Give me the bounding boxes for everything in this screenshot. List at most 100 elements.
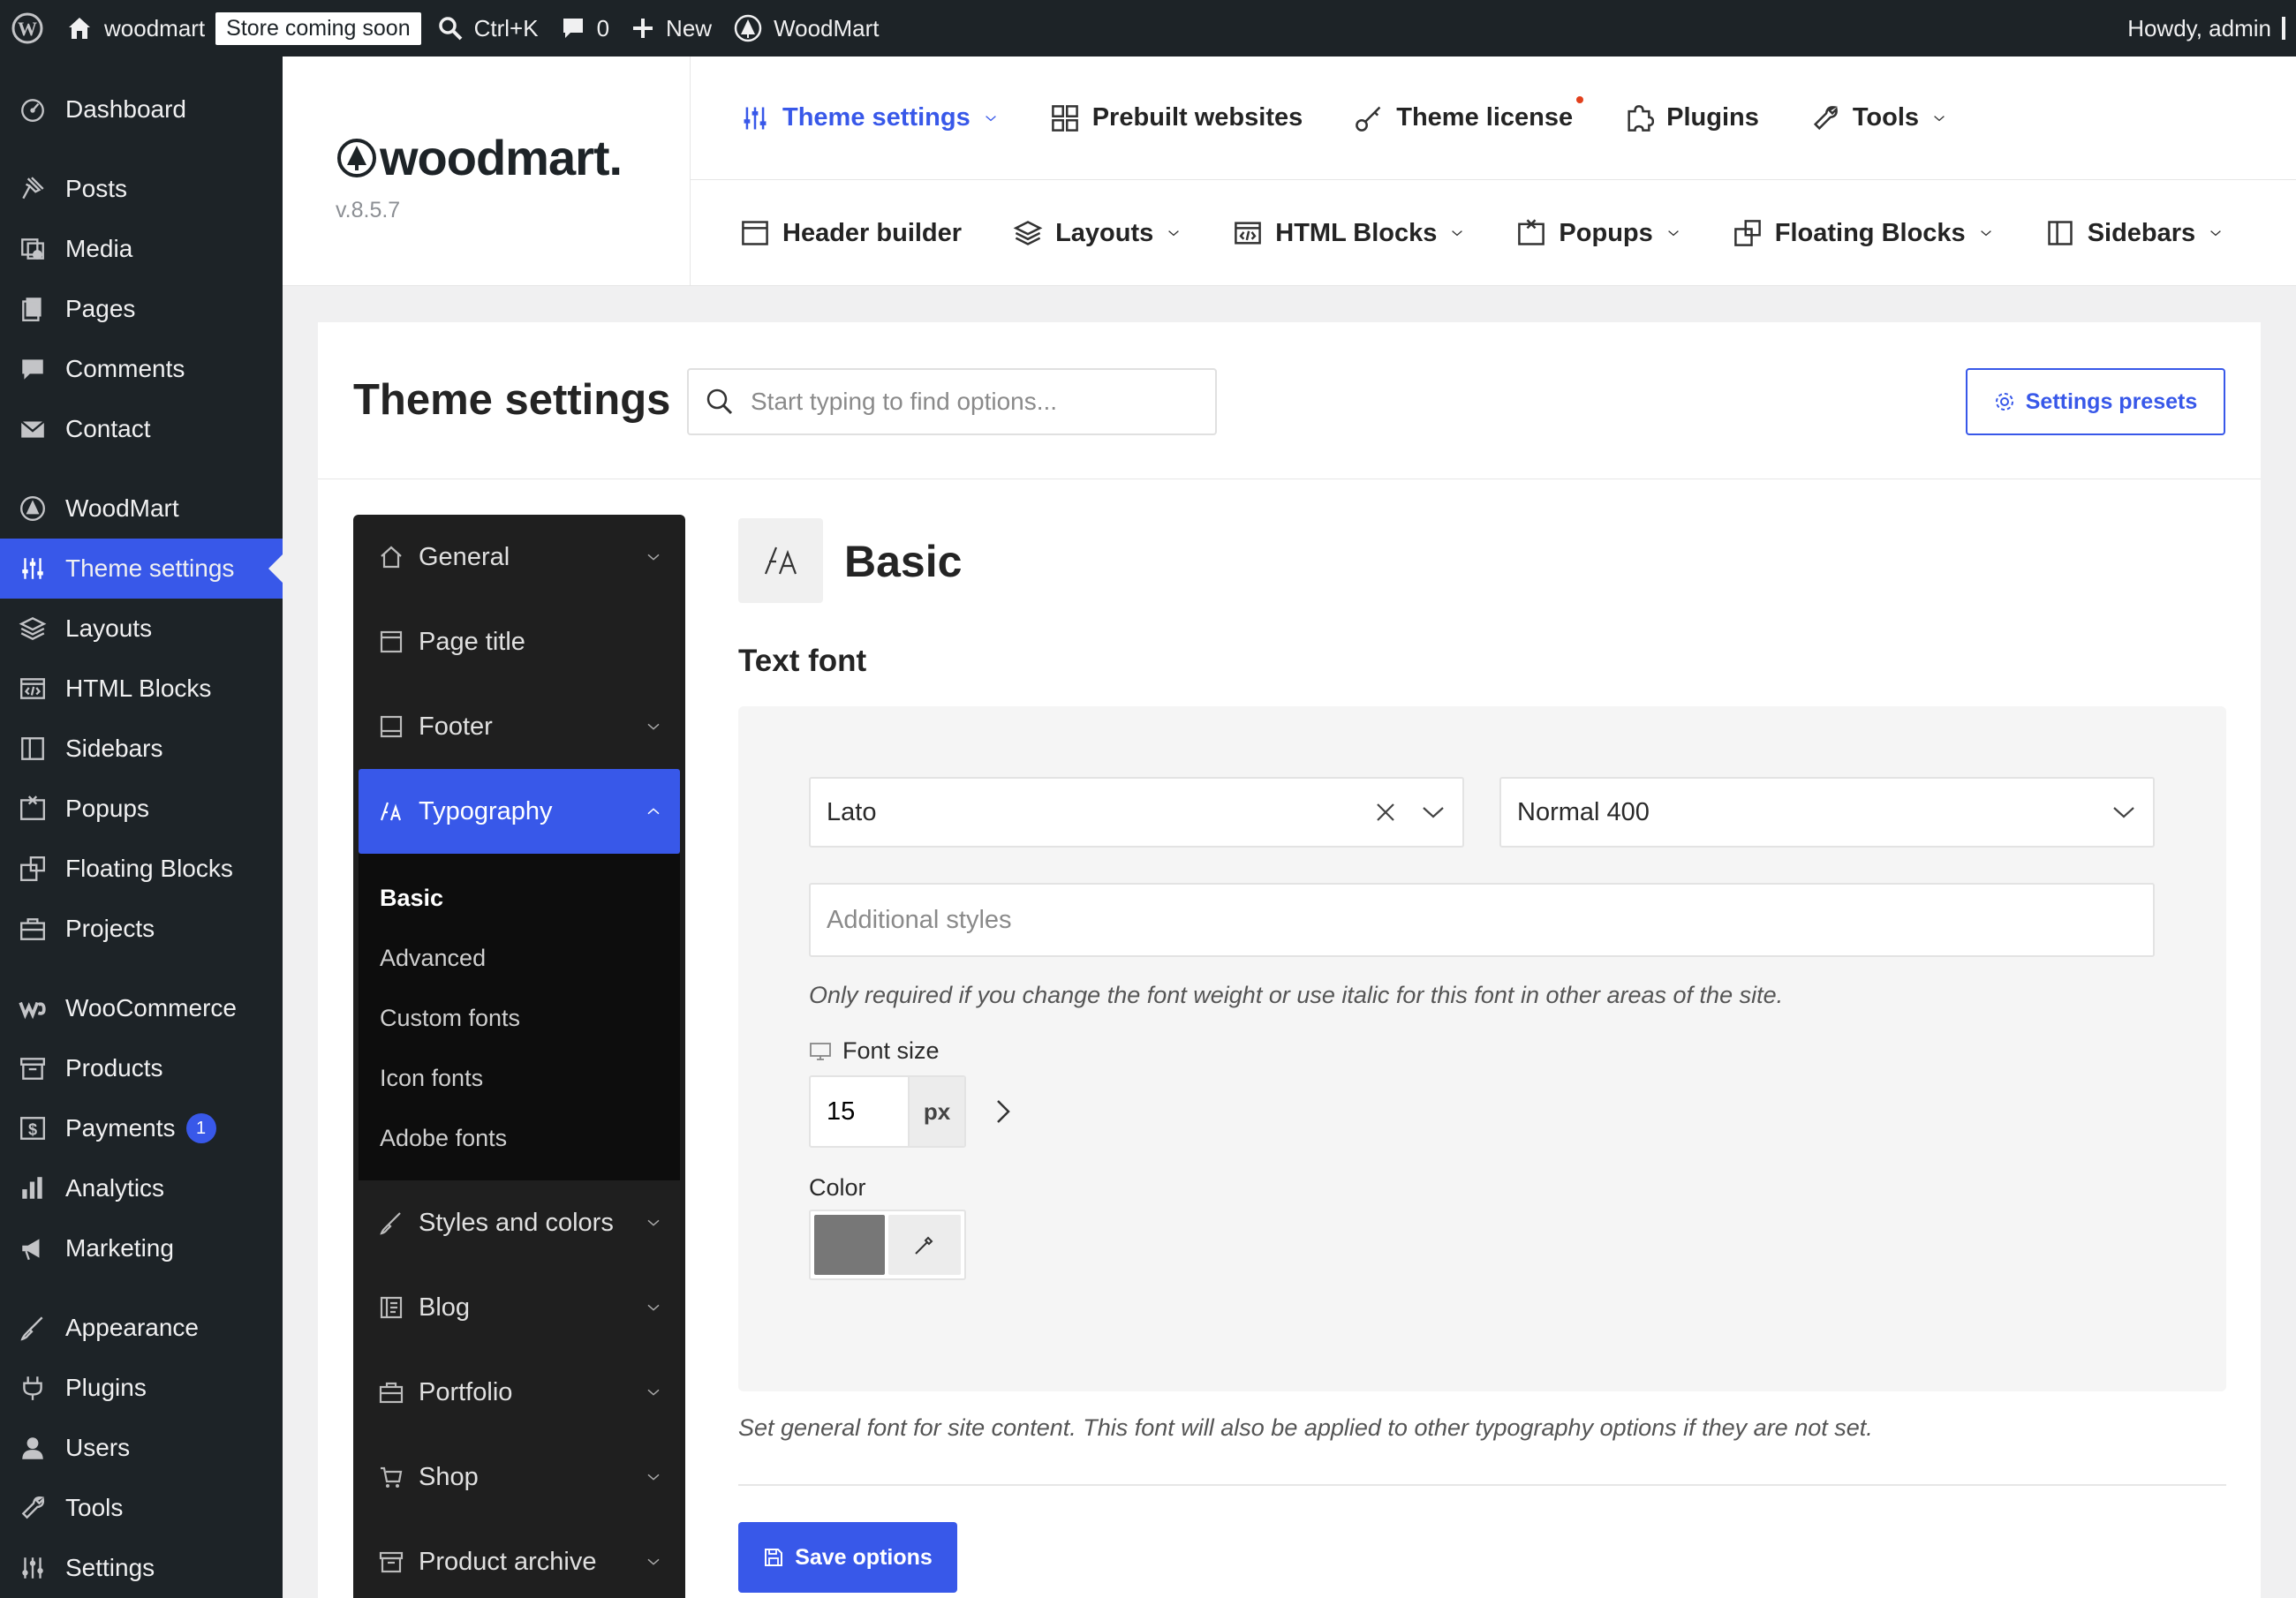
save-icon: [763, 1547, 784, 1568]
chevron-down-icon: [1978, 225, 1994, 241]
menu-item-products[interactable]: Products: [0, 1038, 283, 1098]
menu-item-pages[interactable]: Pages: [0, 279, 283, 339]
menu-item-tools[interactable]: Tools: [0, 1478, 283, 1538]
menu-item-woodmart[interactable]: WoodMart: [0, 479, 283, 539]
chevron-right-icon[interactable]: [987, 1097, 1017, 1127]
eyedropper-icon: [912, 1232, 937, 1257]
settings-nav-product-archive[interactable]: Product archive: [353, 1519, 685, 1598]
menu-item-marketing[interactable]: Marketing: [0, 1218, 283, 1278]
font-size-input[interactable]: [811, 1077, 908, 1146]
woodmart-logo-area: woodmart. v.8.5.7: [283, 57, 691, 286]
menu-item-analytics[interactable]: Analytics: [0, 1158, 283, 1218]
font-weight-select[interactable]: Normal 400: [1499, 777, 2155, 848]
menu-item-dashboard[interactable]: Dashboard: [0, 79, 283, 139]
comment-icon: [560, 15, 586, 41]
briefcase-icon: [378, 1379, 404, 1406]
wordpress-logo-button[interactable]: W: [0, 0, 55, 57]
dashboard-icon: [16, 93, 49, 126]
font-family-select[interactable]: Lato: [809, 777, 1464, 848]
menu-item-settings[interactable]: Settings: [0, 1538, 283, 1598]
menu-item-plugins[interactable]: Plugins: [0, 1358, 283, 1418]
woodmart-logo[interactable]: woodmart.: [336, 129, 623, 186]
menu-item-woocommerce[interactable]: WooCommerce: [0, 978, 283, 1038]
settings-nav-styles-and-colors[interactable]: Styles and colors: [353, 1180, 685, 1265]
nav-tools[interactable]: Tools: [1810, 103, 1947, 133]
nav-theme-license[interactable]: Theme license: [1354, 95, 1584, 133]
chevron-up-icon: [645, 803, 662, 820]
nav-plugins[interactable]: Plugins: [1624, 103, 1759, 133]
site-name-link[interactable]: woodmart: [55, 0, 215, 57]
nav-floating-blocks[interactable]: Floating Blocks: [1733, 218, 1994, 248]
font-size-unit[interactable]: px: [908, 1077, 964, 1146]
menu-item-layouts[interactable]: Layouts: [0, 599, 283, 659]
settings-nav-blog[interactable]: Blog: [353, 1265, 685, 1350]
settings-nav-portfolio[interactable]: Portfolio: [353, 1350, 685, 1435]
save-options-button[interactable]: Save options: [738, 1522, 957, 1593]
menu-item-popups[interactable]: Popups: [0, 779, 283, 839]
menu-item-posts[interactable]: Posts: [0, 159, 283, 219]
menu-item-projects[interactable]: Projects: [0, 899, 283, 959]
woodmart-sub-nav: Header builder Layouts HTML Blocks Popups Fl…: [691, 180, 2296, 286]
store-coming-soon-badge[interactable]: Store coming soon: [215, 11, 421, 45]
nav-layouts[interactable]: Layouts: [1013, 218, 1182, 248]
comments-link[interactable]: 0: [549, 0, 620, 57]
chevron-down-icon[interactable]: [2100, 779, 2148, 846]
admin-search-button[interactable]: Ctrl+K: [427, 0, 549, 57]
submenu-item-advanced[interactable]: Advanced: [359, 928, 680, 988]
menu-item-contact[interactable]: Contact: [0, 399, 283, 459]
notification-dot: [1576, 95, 1584, 103]
clear-icon[interactable]: [1362, 779, 1409, 846]
nav-html-blocks[interactable]: HTML Blocks: [1233, 218, 1465, 248]
menu-item-media[interactable]: Media: [0, 219, 283, 279]
submenu-item-custom-fonts[interactable]: Custom fonts: [359, 988, 680, 1048]
woodmart-logo-text: woodmart.: [380, 130, 623, 185]
options-search-input[interactable]: [751, 388, 1192, 416]
menu-item-sidebars[interactable]: Sidebars: [0, 719, 283, 779]
floating-icon: [16, 852, 49, 886]
nav-header-builder[interactable]: Header builder: [740, 218, 962, 248]
menu-item-users[interactable]: Users: [0, 1418, 283, 1478]
menu-item-label: Sidebars: [65, 735, 163, 762]
submenu-item-adobe-fonts[interactable]: Adobe fonts: [359, 1108, 680, 1168]
menu-item-html-blocks[interactable]: HTML Blocks: [0, 659, 283, 719]
my-account-link[interactable]: Howdy, admin: [2117, 0, 2296, 57]
chevron-down-icon[interactable]: [1409, 779, 1457, 846]
menu-item-label: Tools: [65, 1494, 124, 1521]
additional-styles-hint: Only required if you change the font wei…: [809, 982, 1784, 1008]
menu-item-label: Users: [65, 1434, 131, 1461]
settings-nav-general[interactable]: General: [353, 515, 685, 599]
greeting: Howdy, admin: [2127, 14, 2271, 41]
nav-theme-settings[interactable]: Theme settings: [740, 103, 999, 133]
home-icon: [65, 14, 94, 42]
typography-submenu: Basic Advanced Custom fonts Icon fonts Adobe…: [359, 854, 680, 1180]
settings-nav-footer[interactable]: Footer: [353, 684, 685, 769]
settings-nav-typography[interactable]: Typography: [359, 769, 680, 854]
color-swatch[interactable]: [814, 1215, 885, 1275]
sidebar-icon: [16, 732, 49, 765]
new-content-button[interactable]: New: [620, 0, 722, 57]
nav-popups[interactable]: Popups: [1516, 218, 1680, 248]
menu-item-payments[interactable]: $ Payments 1: [0, 1098, 283, 1158]
field-description: Set general font for site content. This …: [738, 1414, 1873, 1441]
settings-nav-page-title[interactable]: Page title: [353, 599, 685, 684]
submenu-item-icon-fonts[interactable]: Icon fonts: [359, 1048, 680, 1108]
page-title: Theme settings: [353, 376, 671, 424]
menu-item-theme-settings[interactable]: Theme settings: [0, 539, 283, 599]
woodmart-admin-link[interactable]: WoodMart: [722, 0, 889, 57]
desktop-icon[interactable]: [809, 1042, 832, 1061]
submenu-item-basic[interactable]: Basic: [359, 868, 680, 928]
menu-item-appearance[interactable]: Appearance: [0, 1298, 283, 1358]
additional-styles-input[interactable]: [827, 905, 2153, 935]
html-icon: [16, 672, 49, 705]
bar-chart-icon: [16, 1172, 49, 1205]
settings-nav-shop[interactable]: Shop: [353, 1435, 685, 1519]
eyedropper-button[interactable]: [888, 1215, 961, 1275]
nav-sidebars[interactable]: Sidebars: [2045, 218, 2224, 248]
nav-prebuilt-websites[interactable]: Prebuilt websites: [1050, 103, 1303, 133]
comments-count: 0: [596, 14, 610, 41]
woo-icon: [16, 991, 49, 1025]
settings-presets-button[interactable]: Settings presets: [1966, 368, 2225, 435]
menu-separator: [0, 139, 283, 159]
menu-item-floating-blocks[interactable]: Floating Blocks: [0, 839, 283, 899]
menu-item-comments[interactable]: Comments: [0, 339, 283, 399]
